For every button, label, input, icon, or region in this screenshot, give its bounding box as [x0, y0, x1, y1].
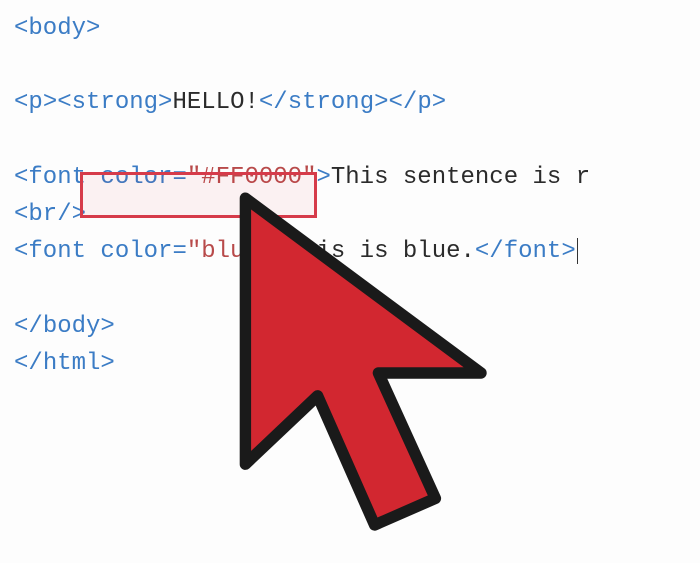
- attr-value-blue: "blue": [187, 238, 273, 265]
- text-blue: This is blue.: [288, 238, 475, 265]
- bracket: </: [475, 238, 504, 265]
- text-hello: HELLO!: [172, 89, 258, 116]
- bracket: >: [432, 89, 446, 116]
- text-caret: [577, 238, 578, 264]
- bracket: >: [374, 89, 388, 116]
- bracket: </: [14, 350, 43, 377]
- bracket: >: [561, 238, 575, 265]
- bracket: <: [14, 15, 28, 42]
- bracket: >: [86, 15, 100, 42]
- tag-body-open: body: [28, 15, 86, 42]
- bracket: <: [14, 201, 28, 228]
- bracket: <: [14, 89, 28, 116]
- tag-br: br: [28, 201, 57, 228]
- code-line-6: <br/>: [14, 196, 686, 233]
- bracket: <: [57, 89, 71, 116]
- code-line-3: <p><strong>HELLO!</strong></p>: [14, 84, 686, 121]
- text-sentence: This sentence is r: [331, 164, 590, 191]
- bracket: />: [57, 201, 86, 228]
- code-line-1: <body>: [14, 10, 686, 47]
- tag-body-close: body: [43, 313, 101, 340]
- space: [86, 164, 100, 191]
- bracket: >: [158, 89, 172, 116]
- tag-p: p: [28, 89, 42, 116]
- tag-font2: font: [28, 238, 86, 265]
- bracket: >: [43, 89, 57, 116]
- bracket: >: [273, 238, 287, 265]
- tag-strong-close: strong: [288, 89, 374, 116]
- bracket: <: [14, 238, 28, 265]
- space: [86, 238, 100, 265]
- code-line-7: <font color="blue">This is blue.</font>: [14, 233, 686, 270]
- attr-color: color: [100, 164, 172, 191]
- bracket: >: [100, 313, 114, 340]
- bracket: </: [259, 89, 288, 116]
- tag-strong: strong: [72, 89, 158, 116]
- bracket: </: [389, 89, 418, 116]
- equals: =: [172, 164, 186, 191]
- code-blank-2: [14, 122, 686, 159]
- bracket: <: [14, 164, 28, 191]
- code-blank-1: [14, 47, 686, 84]
- equals2: =: [172, 238, 186, 265]
- tag-font2-close: font: [504, 238, 562, 265]
- bracket: </: [14, 313, 43, 340]
- attr-color2: color: [100, 238, 172, 265]
- code-line-9: </body>: [14, 308, 686, 345]
- tag-font: font: [28, 164, 86, 191]
- attr-value-red: "#FF0000": [187, 164, 317, 191]
- bracket: >: [316, 164, 330, 191]
- tag-html-close: html: [43, 350, 101, 377]
- code-blank-3: [14, 270, 686, 307]
- bracket: >: [100, 350, 114, 377]
- code-line-10: </html>: [14, 345, 686, 382]
- tag-p-close: p: [417, 89, 431, 116]
- code-line-5: <font color="#FF0000">This sentence is r: [14, 159, 686, 196]
